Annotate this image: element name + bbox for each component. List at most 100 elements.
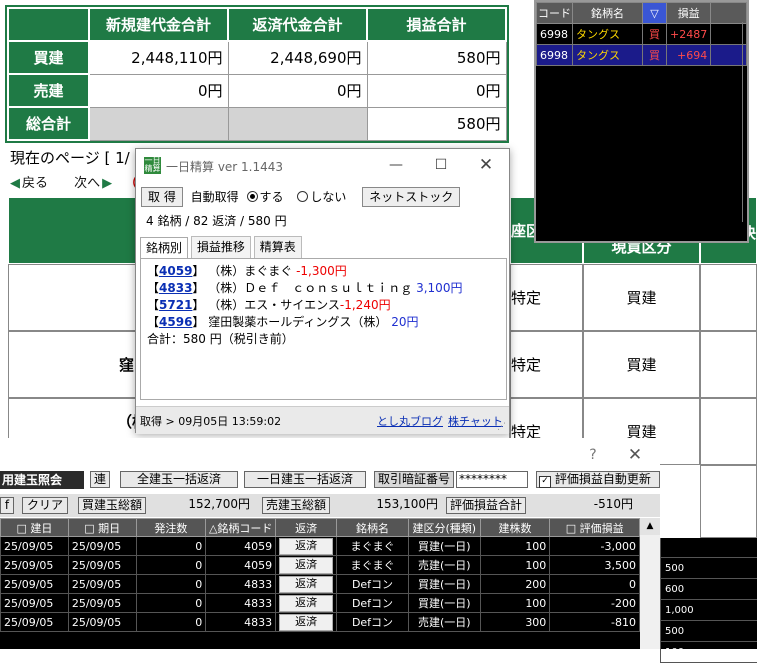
ticker-row-selected[interactable]: 6998 タングス 買 +694 <box>537 45 747 66</box>
radio-auto-on[interactable]: する <box>247 190 284 204</box>
tab-pl-trend[interactable]: 損益推移 <box>191 236 251 258</box>
tab-settlement[interactable]: 精算表 <box>254 236 302 258</box>
stock-code-link[interactable]: 4833 <box>159 281 192 295</box>
summary-table: 新規建代金合計 返済代金合計 損益合計 買建 2,448,110円 2,448,… <box>7 7 507 141</box>
repay-cell: 返済 <box>276 613 337 632</box>
repay-button[interactable]: 返済 <box>279 595 333 612</box>
repay-button[interactable]: 返済 <box>279 576 333 593</box>
close-day-button[interactable]: 一日建玉一括返済 <box>244 471 366 488</box>
back-label: 戻る <box>22 172 48 191</box>
pin-input[interactable]: ******** <box>456 471 528 488</box>
f-button[interactable]: f <box>0 497 14 514</box>
repay-button[interactable]: 返済 <box>279 538 333 555</box>
close-icon[interactable]: ✕ <box>475 154 497 176</box>
close-all-button[interactable]: 全建玉一括返済 <box>120 471 238 488</box>
netstock-button[interactable]: ネットストック <box>362 187 460 207</box>
stock-code: 4833 <box>206 594 276 613</box>
stock-name: Defコン <box>337 594 409 613</box>
repay-button[interactable]: 返済 <box>279 614 333 631</box>
column-header[interactable]: □ 建日 <box>1 519 69 537</box>
vertical-scrollbar[interactable]: ▲ <box>640 518 660 649</box>
column-header[interactable]: 建株数 <box>480 519 550 537</box>
positions-grid: □ 建日 □ 期日 発注数 △銘柄コード 返済 銘柄名 建区分(種類) 建株数 … <box>0 518 640 649</box>
column-header[interactable]: 銘柄名 <box>337 519 409 537</box>
column-header[interactable]: 発注数 <box>136 519 206 537</box>
table-row[interactable]: 25/09/05 25/09/05 0 4833 返済 Defコン 買建(一日)… <box>1 575 640 594</box>
right-strip-table: 500 600 1,000 500 100 <box>660 538 757 663</box>
order-qty: 0 <box>136 613 206 632</box>
column-header[interactable]: □ 評価損益 <box>550 519 640 537</box>
column-header[interactable]: 建区分(種類) <box>408 519 480 537</box>
resize-grip-icon[interactable]: ⋰ <box>497 422 506 432</box>
close-icon[interactable]: ✕ <box>624 444 646 466</box>
maximize-icon[interactable]: ☐ <box>430 154 452 176</box>
clear-button[interactable]: クリア <box>22 497 68 514</box>
strip-cell <box>661 538 757 558</box>
stock-name: （株）まぐまぐ <box>208 264 292 278</box>
title-bar[interactable]: 一日精算 一日精算 ver 1.1443 — ☐ ✕ <box>136 149 509 181</box>
fetch-status: 取得 > 09月05日 13:59:02 <box>140 413 281 429</box>
value-cell: 0円 <box>228 74 367 107</box>
divider <box>742 22 743 222</box>
stock-code-link[interactable]: 4059 <box>159 264 192 278</box>
value-cell: 2,448,110円 <box>89 41 228 74</box>
ticker-name: タングス <box>573 45 643 66</box>
empty-cell <box>89 107 228 140</box>
stock-code: 4833 <box>206 575 276 594</box>
ticker-header[interactable]: 銘柄名 <box>573 3 643 24</box>
scroll-up-icon[interactable]: ▲ <box>640 518 660 535</box>
stock-code-link[interactable]: 4596 <box>159 315 192 329</box>
open-date: 25/09/05 <box>1 537 69 556</box>
next-link[interactable]: 次へ▶ <box>74 172 112 191</box>
strip-value: 600 <box>661 579 757 600</box>
minimize-icon[interactable]: — <box>385 154 407 176</box>
repay-button[interactable]: 返済 <box>279 557 333 574</box>
help-icon[interactable]: ? <box>582 444 604 466</box>
value-cell: 0円 <box>89 74 228 107</box>
ticker-header[interactable]: 損益 <box>667 3 711 24</box>
value-cell: 580円 <box>367 41 506 74</box>
stock-name: まぐまぐ <box>337 556 409 575</box>
auto-update-label: 評価損益自動更新 <box>555 472 651 486</box>
ticker-pl: +694 <box>667 45 711 66</box>
stock-code-link[interactable]: 5721 <box>159 298 192 312</box>
bg-cell <box>700 398 757 465</box>
auto-update-checkbox[interactable]: ✓ 評価損益自動更新 <box>536 471 660 488</box>
column-header[interactable]: △銘柄コード <box>206 519 276 537</box>
fetch-button[interactable]: 取 得 <box>141 187 183 207</box>
table-row[interactable]: 25/09/05 25/09/05 0 4833 返済 Defコン 買建(一日)… <box>1 594 640 613</box>
ticker-header[interactable]: コード <box>537 3 573 24</box>
stock-name: 窪田製薬ホールディングス（株） <box>208 315 387 329</box>
eval-pl: -200 <box>550 594 640 613</box>
stock-name: （株）Ｄｅｆ ｃｏｎｓｕｌｔｉｎｇ <box>208 281 412 295</box>
sort-down-icon[interactable]: ▽ <box>643 3 667 24</box>
stock-name: まぐまぐ <box>337 537 409 556</box>
ticker-pl: +2487 <box>667 24 711 45</box>
bg-side-cell: 特定 <box>510 331 583 398</box>
sell-total-value: 153,100円 <box>340 497 438 514</box>
back-link[interactable]: ◀戻る <box>10 172 48 191</box>
ren-button[interactable]: 連 <box>90 471 110 488</box>
column-header[interactable]: 返済 <box>276 519 337 537</box>
bg-cell <box>700 331 757 398</box>
column-header[interactable]: □ 期日 <box>68 519 136 537</box>
share-count: 200 <box>480 575 550 594</box>
table-row[interactable]: 25/09/05 25/09/05 0 4059 返済 まぐまぐ 売建(一日) … <box>1 556 640 575</box>
share-count: 100 <box>480 594 550 613</box>
repay-cell: 返済 <box>276 556 337 575</box>
radio-auto-off[interactable]: しない <box>297 190 346 204</box>
triangle-left-icon: ◀ <box>10 176 20 191</box>
table-row[interactable]: 25/09/05 25/09/05 0 4059 返済 まぐまぐ 買建(一日) … <box>1 537 640 556</box>
summary-header: 損益合計 <box>367 8 506 41</box>
table-row[interactable]: 25/09/05 25/09/05 0 4833 返済 Defコン 売建(一日)… <box>1 613 640 632</box>
share-count: 100 <box>480 556 550 575</box>
strip-value: 1,000 <box>661 600 757 621</box>
share-count: 300 <box>480 613 550 632</box>
ticker-row[interactable]: 6998 タングス 買 +2487 <box>537 24 747 45</box>
blog-link[interactable]: とし丸ブログ <box>377 413 443 429</box>
eval-pl: 3,500 <box>550 556 640 575</box>
list-item: 【5721】 （株）エス・サイエンス-1,240円 <box>147 297 500 314</box>
chat-link[interactable]: 株チャット <box>448 413 503 429</box>
tab-by-stock[interactable]: 銘柄別 <box>140 237 188 259</box>
radio-label: しない <box>310 190 346 204</box>
